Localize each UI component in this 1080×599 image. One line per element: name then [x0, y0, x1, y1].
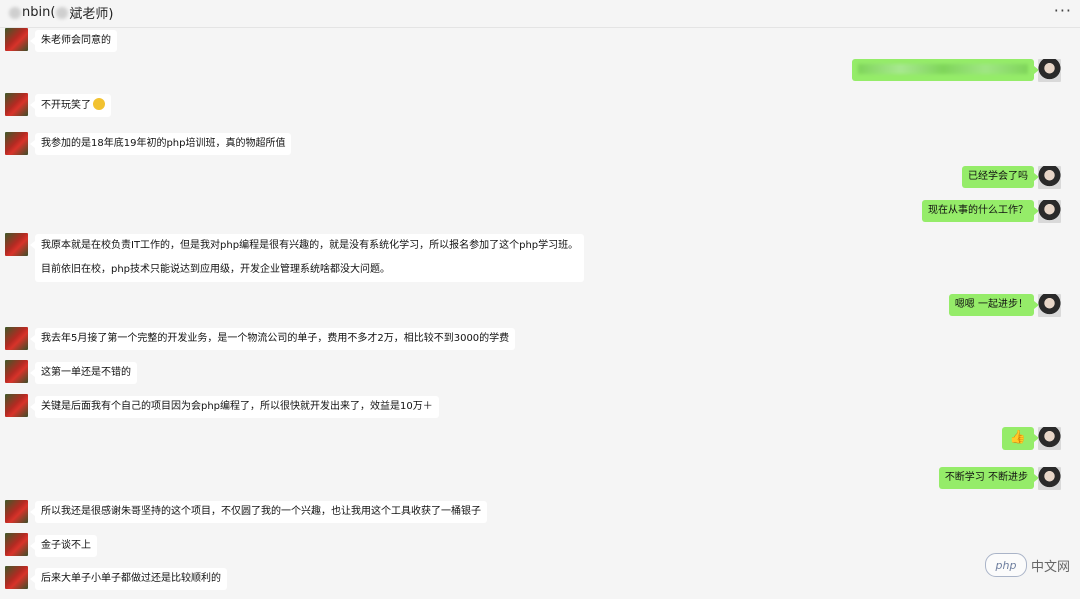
contact-avatar[interactable] [5, 394, 28, 417]
blurred-text [858, 64, 1028, 74]
message-paragraph: 我原本就是在校负责IT工作的，但是我对php编程是很有兴趣的，就是没有系统化学习… [41, 240, 579, 251]
contact-avatar[interactable] [5, 360, 28, 383]
grin-emoji-icon [93, 98, 105, 110]
contact-avatar[interactable] [5, 533, 28, 556]
contact-avatar[interactable] [5, 566, 28, 589]
site-watermark: php 中文网 [984, 553, 1070, 577]
chat-title-prefix: nbin( [22, 5, 56, 20]
chat-header: nbin( 斌老师) ··· [0, 0, 1080, 28]
outgoing-message: 不断学习 不断进步 [938, 467, 1040, 489]
blurred-name-part [56, 6, 69, 19]
contact-avatar[interactable] [5, 327, 28, 350]
my-avatar[interactable] [1038, 467, 1061, 490]
my-avatar[interactable] [1038, 294, 1061, 317]
message-list[interactable]: 朱老师会同意的 不开玩笑了 我参加的是18年底19年初的php培训班，真的物超所… [0, 28, 1080, 599]
chat-title: nbin( 斌老师) [8, 3, 114, 22]
more-options-icon[interactable]: ··· [1054, 1, 1072, 20]
my-avatar[interactable] [1038, 200, 1061, 223]
my-avatar[interactable] [1038, 166, 1061, 189]
incoming-message: 后来大单子小单子都做过还是比较顺利的 [30, 568, 227, 590]
php-logo: php [984, 553, 1027, 577]
outgoing-message: 嗯嗯 一起进步！ [948, 294, 1040, 316]
outgoing-message: 👍 [1001, 427, 1040, 450]
contact-avatar[interactable] [5, 93, 28, 116]
contact-avatar[interactable] [5, 500, 28, 523]
watermark-text: 中文网 [1030, 559, 1070, 575]
incoming-message: 这第一单还是不错的 [30, 362, 137, 384]
outgoing-message-blurred [852, 59, 1039, 81]
incoming-message: 我去年5月接了第一个完整的开发业务，是一个物流公司的单子，费用不多才2万，相比较… [29, 328, 516, 350]
chat-title-suffix: 斌老师) [69, 7, 114, 22]
outgoing-message: 已经学会了吗 [962, 166, 1039, 188]
contact-avatar[interactable] [5, 233, 28, 256]
incoming-message: 我参加的是18年底19年初的php培训班，真的物超所值 [29, 133, 292, 155]
message-paragraph: 目前依旧在校，php技术只能说达到应用级，开发企业管理系统啥都没大问题。 [41, 264, 391, 275]
my-avatar[interactable] [1038, 59, 1061, 82]
contact-avatar[interactable] [5, 28, 28, 51]
incoming-message: 所以我还是很感谢朱哥坚持的这个项目，不仅圆了我的一个兴趣，也让我用这个工具收获了… [30, 501, 487, 523]
outgoing-message: 现在从事的什么工作？ [922, 200, 1039, 222]
incoming-message: 关键是后面我有个自己的项目因为会php编程了，所以很快就开发出来了，效益是10万… [30, 396, 439, 418]
incoming-message: 金子谈不上 [30, 535, 97, 557]
contact-avatar[interactable] [5, 132, 28, 155]
my-avatar[interactable] [1038, 427, 1061, 450]
incoming-message: 不开玩笑了 [30, 94, 111, 117]
blurred-name-part [9, 6, 21, 19]
incoming-message: 我原本就是在校负责IT工作的，但是我对php编程是很有兴趣的，就是没有系统化学习… [29, 234, 585, 282]
incoming-message: 朱老师会同意的 [30, 30, 117, 52]
thumbs-up-emoji-icon: 👍 [1009, 430, 1026, 445]
